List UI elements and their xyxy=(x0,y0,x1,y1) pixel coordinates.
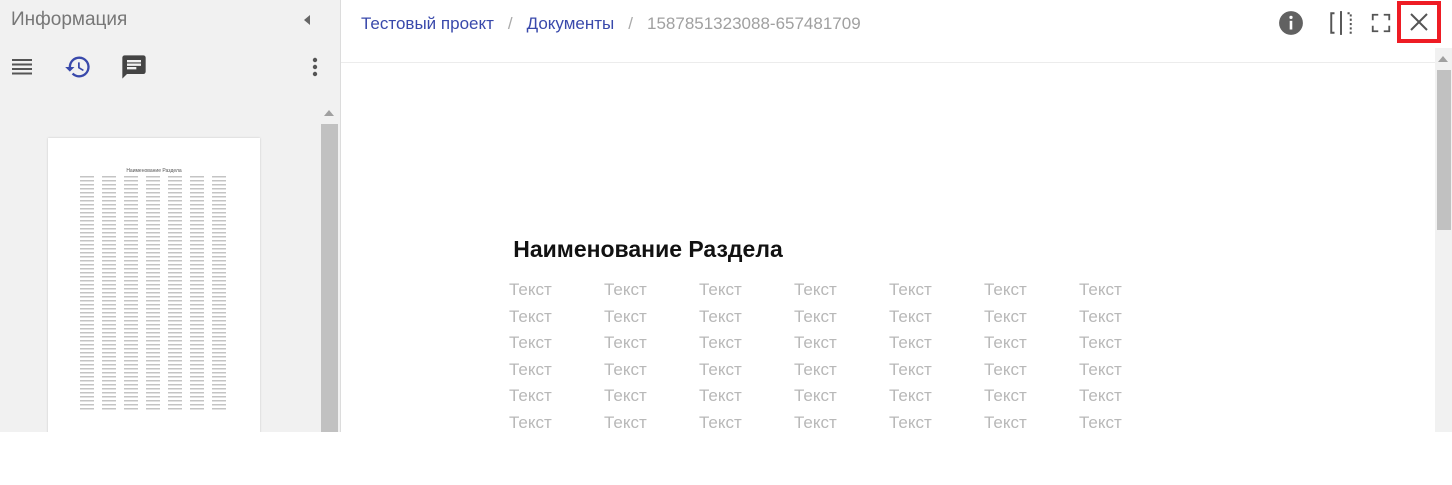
breadcrumb-folder-link[interactable]: Документы xyxy=(527,14,615,33)
table-cell: Текст xyxy=(1079,306,1122,326)
close-button[interactable] xyxy=(1397,1,1441,43)
table-cell: Текст xyxy=(699,333,742,353)
list-icon[interactable] xyxy=(7,52,37,82)
table-cell: Текст xyxy=(794,359,837,379)
history-icon[interactable] xyxy=(63,52,93,82)
table-row: Текст Текст Текст Текст Текст Текст Текс… xyxy=(509,307,1189,334)
page-thumbnails: Наименование Раздела xyxy=(0,104,320,432)
table-cell: Текст xyxy=(794,386,837,406)
table-row: Текст Текст Текст Текст Текст Текст Текс… xyxy=(509,280,1189,307)
table-row: Текст Текст Текст Текст Текст Текст Текс… xyxy=(509,360,1189,387)
sidebar-toolbar xyxy=(0,52,340,84)
table-cell: Текст xyxy=(604,333,647,353)
table-cell: Текст xyxy=(889,359,932,379)
breadcrumb-separator: / xyxy=(628,14,633,33)
table-cell: Текст xyxy=(984,412,1027,432)
table-cell: Текст xyxy=(889,333,932,353)
table-cell: Текст xyxy=(699,412,742,432)
table-cell: Текст xyxy=(889,280,932,299)
table-cell: Текст xyxy=(604,359,647,379)
table-cell: Текст xyxy=(509,412,552,432)
sidebar-scrollbar[interactable] xyxy=(320,104,338,432)
table-cell: Текст xyxy=(984,306,1027,326)
table-cell: Текст xyxy=(604,306,647,326)
table-cell: Текст xyxy=(794,412,837,432)
scroll-up-arrow-icon[interactable] xyxy=(324,110,334,116)
table-cell: Текст xyxy=(699,386,742,406)
scrollbar-thumb[interactable] xyxy=(1437,70,1451,230)
breadcrumb-project-link[interactable]: Тестовый проект xyxy=(361,14,494,33)
breadcrumb-separator: / xyxy=(507,14,513,33)
table-cell: Текст xyxy=(699,280,742,299)
scroll-up-arrow-icon[interactable] xyxy=(1438,56,1448,62)
table-cell: Текст xyxy=(509,333,552,353)
document-text-grid: Текст Текст Текст Текст Текст Текст Текс… xyxy=(509,280,1189,432)
table-cell: Текст xyxy=(1079,359,1122,379)
table-cell: Текст xyxy=(604,386,647,406)
table-cell: Текст xyxy=(699,359,742,379)
split-view-icon[interactable] xyxy=(1326,8,1356,38)
table-cell: Текст xyxy=(699,306,742,326)
table-cell: Текст xyxy=(984,359,1027,379)
table-cell: Текст xyxy=(1079,386,1122,406)
table-cell: Текст xyxy=(984,280,1027,299)
close-icon xyxy=(1410,13,1428,31)
table-cell: Текст xyxy=(984,333,1027,353)
table-row: Текст Текст Текст Текст Текст Текст Текс… xyxy=(509,333,1189,360)
table-cell: Текст xyxy=(604,412,647,432)
viewer-header: Тестовый проект / Документы / 1587851323088-… xyxy=(341,0,1452,63)
breadcrumb: Тестовый проект / Документы / 1587851323088-… xyxy=(361,14,861,34)
table-row: Текст Текст Текст Текст Текст Текст Текс… xyxy=(509,413,1189,432)
table-cell: Текст xyxy=(1079,333,1122,353)
page-thumbnail[interactable]: Наименование Раздела xyxy=(48,138,260,432)
table-cell: Текст xyxy=(509,386,552,406)
table-cell: Текст xyxy=(984,386,1027,406)
thumbnail-title: Наименование Раздела xyxy=(126,168,182,174)
table-cell: Текст xyxy=(1079,280,1122,299)
document-viewer: Информация Наименование Раздела Тестовый… xyxy=(0,0,1452,432)
scrollbar-thumb[interactable] xyxy=(321,124,338,432)
more-vertical-icon[interactable] xyxy=(300,52,330,82)
table-cell: Текст xyxy=(794,280,837,299)
info-sidebar: Информация Наименование Раздела xyxy=(0,0,341,432)
table-cell: Текст xyxy=(889,386,932,406)
table-cell: Текст xyxy=(509,280,552,299)
table-cell: Текст xyxy=(794,306,837,326)
table-cell: Текст xyxy=(794,333,837,353)
table-cell: Текст xyxy=(889,306,932,326)
thumbnail-text-grid xyxy=(80,176,240,411)
table-row: Текст Текст Текст Текст Текст Текст Текс… xyxy=(509,386,1189,413)
fullscreen-icon[interactable] xyxy=(1366,8,1396,38)
comment-icon[interactable] xyxy=(119,52,149,82)
document-scrollbar[interactable] xyxy=(1435,48,1452,432)
table-cell: Текст xyxy=(1079,412,1122,432)
table-cell: Текст xyxy=(509,306,552,326)
collapse-sidebar-icon[interactable] xyxy=(300,12,314,28)
table-cell: Текст xyxy=(509,359,552,379)
breadcrumb-current-document: 1587851323088-657481709 xyxy=(647,14,861,33)
table-cell: Текст xyxy=(604,280,647,299)
table-cell: Текст xyxy=(889,412,932,432)
sidebar-title: Информация xyxy=(11,9,128,30)
info-icon[interactable] xyxy=(1276,8,1306,38)
document-section-title: Наименование Раздела xyxy=(513,236,783,262)
